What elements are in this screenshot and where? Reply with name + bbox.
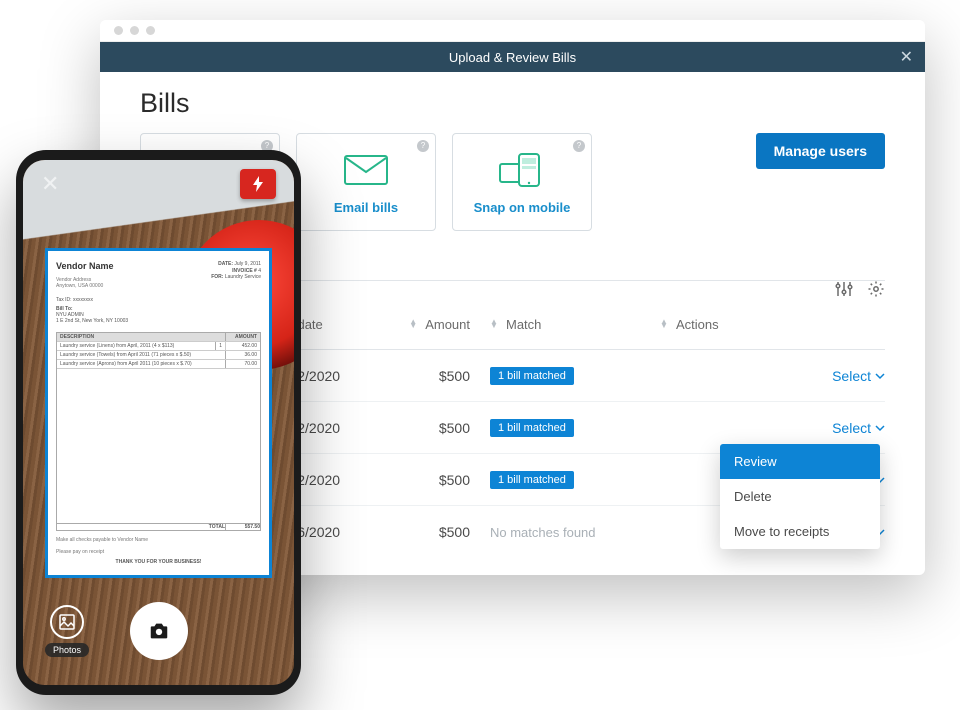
invoice-th-desc: DESCRIPTION — [57, 333, 226, 341]
chevron-down-icon — [875, 423, 885, 433]
window-title: Upload & Review Bills — [449, 50, 576, 65]
row-select-dropdown[interactable]: Select — [832, 368, 885, 384]
invoice-date-value: July 9, 2011 — [234, 261, 261, 267]
col-actions[interactable]: Actions — [676, 317, 719, 332]
sort-icon[interactable]: ▲▼ — [409, 320, 419, 328]
gallery-label: Photos — [45, 643, 89, 657]
invoice-for-value: Laundry Service — [225, 274, 261, 280]
invoice-total-amt: 557.50 — [226, 524, 260, 530]
invoice-line: Laundry service (Towels) from April 2011… — [57, 351, 226, 359]
invoice-vendor-addr: Anytown, USA 00000 — [56, 283, 114, 289]
traffic-light-dot[interactable] — [146, 26, 155, 35]
phone-device: ✕ Vendor Name Vendor Address Anytown, US… — [16, 150, 301, 695]
match-badge[interactable]: 1 bill matched — [490, 471, 574, 489]
invoice-taxid: Tax ID: xxxxxxxx — [56, 297, 261, 303]
invoice-line: Laundry service (Aprons) from April 2011… — [57, 360, 226, 368]
invoice-line-amt: 36.00 — [226, 351, 260, 359]
menu-item-review[interactable]: Review — [720, 444, 880, 479]
help-icon[interactable]: ? — [417, 140, 429, 152]
cell-amount: $500 — [439, 368, 470, 384]
no-match-label: No matches found — [490, 525, 596, 540]
invoice-thanks: THANK YOU FOR YOUR BUSINESS! — [56, 559, 261, 565]
envelope-icon — [344, 150, 388, 190]
snap-mobile-card[interactable]: ? Snap on mobile — [452, 133, 592, 231]
invoice-footer: Make all checks payable to Vendor Name — [56, 537, 261, 543]
mobile-snap-icon — [499, 150, 545, 190]
match-badge[interactable]: 1 bill matched — [490, 419, 574, 437]
phone-screen: ✕ Vendor Name Vendor Address Anytown, US… — [23, 160, 294, 685]
row-select-dropdown[interactable]: Select — [832, 420, 885, 436]
sort-icon[interactable]: ▲▼ — [660, 320, 670, 328]
close-icon[interactable]: ✕ — [900, 47, 913, 67]
invoice-line: Laundry service (Linens) from April, 201… — [57, 342, 216, 350]
menu-item-move-receipts[interactable]: Move to receipts — [720, 514, 880, 549]
shutter-button[interactable] — [130, 602, 188, 660]
invoice-for-label: FOR: — [211, 274, 223, 280]
sliders-icon[interactable] — [835, 280, 853, 303]
invoice-vendor-name: Vendor Name — [56, 261, 114, 271]
window-controls — [100, 20, 925, 42]
manage-users-button[interactable]: Manage users — [756, 133, 885, 169]
camera-close-icon[interactable]: ✕ — [41, 171, 59, 197]
invoice-line-amt: 70.00 — [226, 360, 260, 368]
cell-amount: $500 — [439, 472, 470, 488]
menu-item-delete[interactable]: Delete — [720, 479, 880, 514]
invoice-date-label: DATE: — [218, 261, 233, 267]
invoice-billto-addr: 1 E 2nd St, New York, NY 10003 — [56, 318, 261, 324]
gear-icon[interactable] — [867, 280, 885, 303]
chevron-down-icon — [875, 371, 885, 381]
email-bills-card[interactable]: ? Email bills — [296, 133, 436, 231]
scan-frame: Vendor Name Vendor Address Anytown, USA … — [45, 248, 272, 578]
invoice-line-qty: 1 — [216, 342, 226, 350]
gallery-icon — [50, 605, 84, 639]
sort-icon[interactable]: ▲▼ — [490, 320, 500, 328]
email-bills-label: Email bills — [334, 200, 398, 215]
invoice-th-amt: AMOUNT — [226, 333, 260, 341]
invoice-line-amt: 452.00 — [226, 342, 260, 350]
invoice-table: DESCRIPTION AMOUNT Laundry service (Line… — [56, 332, 261, 531]
help-icon[interactable]: ? — [573, 140, 585, 152]
traffic-light-dot[interactable] — [114, 26, 123, 35]
invoice-num-label: INVOICE # — [232, 268, 257, 274]
snap-mobile-label: Snap on mobile — [474, 200, 571, 215]
gallery-button[interactable]: Photos — [45, 605, 89, 657]
col-match[interactable]: Match — [506, 317, 541, 332]
traffic-light-dot[interactable] — [130, 26, 139, 35]
cell-amount: $500 — [439, 524, 470, 540]
page-title: Bills — [140, 88, 885, 119]
row-actions-menu: Review Delete Move to receipts — [720, 444, 880, 549]
col-amount[interactable]: Amount — [425, 317, 470, 332]
flash-button[interactable] — [240, 169, 276, 199]
invoice-num-value: 4 — [258, 268, 261, 274]
cell-amount: $500 — [439, 420, 470, 436]
match-badge[interactable]: 1 bill matched — [490, 367, 574, 385]
invoice-total-label: TOTAL — [57, 524, 226, 530]
invoice-footer: Please pay on receipt — [56, 549, 261, 555]
title-bar: Upload & Review Bills ✕ — [100, 42, 925, 72]
